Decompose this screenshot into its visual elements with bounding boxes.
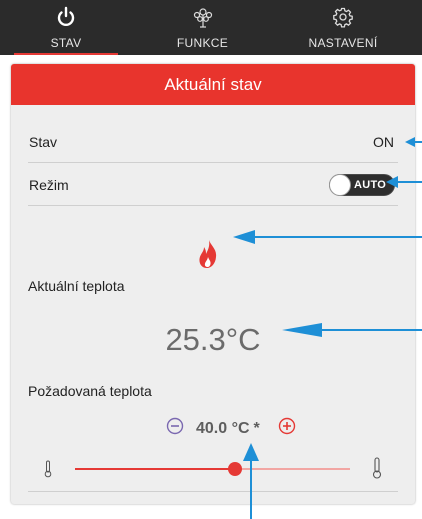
pozadovana-teplota-label: Požadovaná teplota: [28, 383, 152, 399]
target-temperature-row: 40.0 °C *: [11, 417, 415, 441]
tab-label: FUNKCE: [176, 36, 229, 50]
annotation-arrow-icon: [282, 323, 422, 337]
plus-icon[interactable]: [278, 417, 296, 440]
thermometer-high-icon: [372, 457, 382, 484]
rezim-row: Režim AUTO: [28, 165, 398, 206]
slider-thumb[interactable]: [227, 462, 242, 476]
annotation-arrow-icon: [233, 230, 422, 244]
function-tree-icon: [191, 6, 215, 35]
tab-nastaveni[interactable]: NASTAVENÍ: [278, 0, 408, 55]
stav-label: Stav: [29, 134, 58, 150]
tab-funkce[interactable]: FUNKCE: [145, 0, 260, 55]
panel-title: Aktuální stav: [11, 64, 415, 105]
toggle-knob: [329, 174, 351, 196]
tab-stav[interactable]: STAV: [14, 0, 118, 55]
target-temperature-marker: *: [253, 420, 260, 437]
power-icon: [56, 6, 76, 33]
tab-label: STAV: [50, 36, 82, 50]
status-panel: Aktuální stav Stav ON Režim AUTO Aktuáln…: [11, 64, 415, 504]
annotation-arrow-icon: [243, 443, 259, 519]
target-temperature: 40.0 °C *: [196, 420, 260, 438]
aktualni-teplota-label: Aktuální teplota: [28, 278, 125, 294]
app-window: STAV FUNKCE NASTAVENÍ Aktuální stav Stav…: [0, 0, 422, 519]
flame-icon: [196, 239, 220, 274]
stav-row: Stav ON: [28, 122, 398, 163]
top-navigation: STAV FUNKCE NASTAVENÍ: [0, 0, 422, 55]
stav-value: ON: [373, 134, 394, 150]
target-temperature-value: 40.0 °C: [196, 420, 250, 437]
divider: [28, 491, 398, 492]
gear-icon: [332, 6, 354, 33]
tab-label: NASTAVENÍ: [308, 36, 378, 50]
toggle-text: AUTO: [354, 179, 387, 191]
minus-icon[interactable]: [166, 417, 184, 440]
annotation-arrow-icon: [405, 137, 422, 147]
temperature-slider[interactable]: [28, 454, 398, 484]
thermometer-low-icon: [44, 460, 52, 483]
slider-fill: [75, 468, 235, 470]
rezim-label: Režim: [29, 177, 69, 193]
slider-track: [75, 468, 350, 470]
annotation-arrow-icon: [386, 176, 422, 188]
